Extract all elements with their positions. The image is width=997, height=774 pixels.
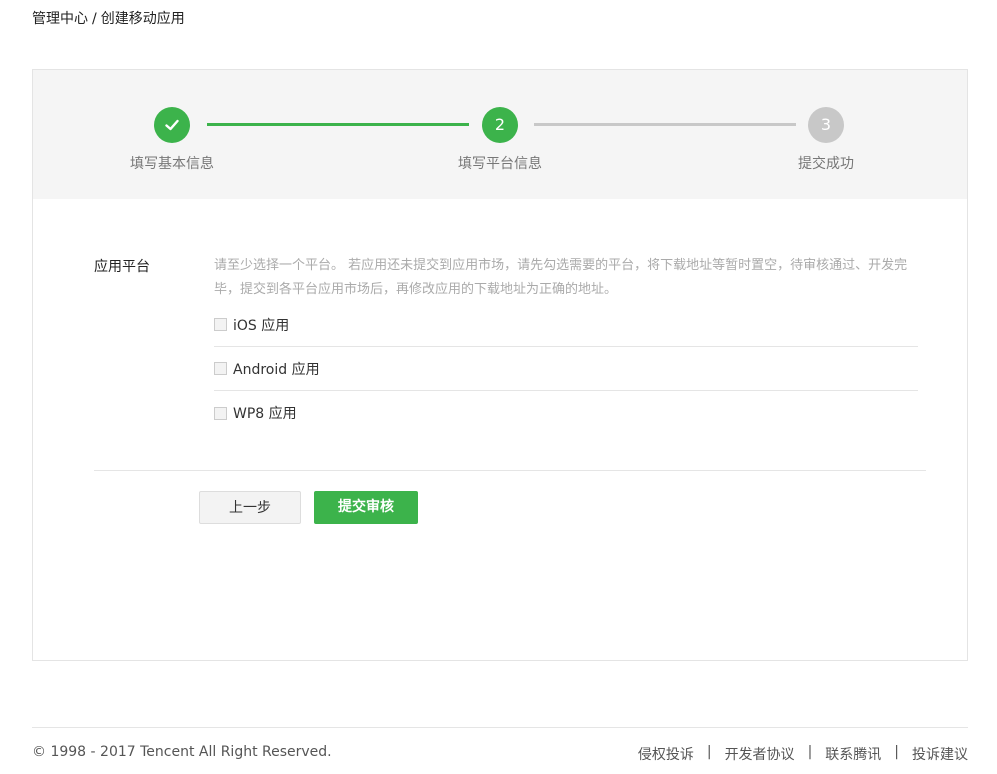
create-app-card: 2 3 填写基本信息 填写平台信息 提交成功 应用平台 请至少选择一个平台。 若… — [32, 69, 968, 661]
step-2-label: 填写平台信息 — [458, 156, 542, 172]
platform-label: 应用平台 — [94, 259, 150, 275]
check-icon — [165, 119, 179, 131]
prev-step-button[interactable]: 上一步 — [199, 491, 301, 524]
android-option-label: Android 应用 — [233, 361, 320, 378]
step-progress: 2 3 填写基本信息 填写平台信息 提交成功 — [33, 70, 967, 199]
platform-hint: 请至少选择一个平台。 若应用还未提交到应用市场，请先勾选需要的平台，将下载地址等… — [214, 258, 908, 297]
breadcrumb: 管理中心 / 创建移动应用 — [32, 8, 185, 28]
copyright-text: © 1998 - 2017 Tencent All Right Reserved… — [32, 744, 332, 760]
android-checkbox[interactable] — [214, 362, 227, 375]
footer-link-developer-agreement[interactable]: 开发者协议 — [725, 744, 795, 764]
step-1-label: 填写基本信息 — [130, 156, 214, 172]
breadcrumb-root-link[interactable]: 管理中心 — [32, 11, 88, 27]
step-1-complete — [154, 107, 190, 143]
step-connector-1 — [207, 123, 469, 126]
step-3-number: 3 — [808, 107, 844, 143]
breadcrumb-separator: / — [92, 11, 97, 27]
option-ios[interactable]: iOS 应用 — [214, 303, 918, 347]
footer-link-infringement[interactable]: 侵权投诉 — [638, 744, 694, 764]
footer-divider — [32, 727, 968, 728]
footer-link-complaint[interactable]: 投诉建议 — [912, 744, 968, 764]
form-divider — [94, 470, 926, 471]
footer-links: 侵权投诉 | 开发者协议 | 联系腾讯 | 投诉建议 — [638, 744, 968, 764]
step-connector-2 — [534, 123, 796, 126]
step-3-label: 提交成功 — [798, 156, 854, 172]
wp8-checkbox[interactable] — [214, 406, 227, 420]
footer-link-contact[interactable]: 联系腾讯 — [825, 744, 881, 764]
step-2-number: 2 — [482, 107, 518, 143]
footer-separator: | — [807, 744, 813, 760]
footer-separator: | — [706, 744, 712, 760]
footer-separator: | — [894, 744, 899, 760]
ios-checkbox[interactable] — [214, 318, 227, 331]
ios-option-label: iOS 应用 — [233, 317, 290, 334]
option-wp8[interactable]: WP8 应用 — [214, 391, 918, 435]
wp8-option-label: WP8 应用 — [233, 406, 297, 422]
option-android[interactable]: Android 应用 — [214, 347, 918, 391]
submit-review-button[interactable]: 提交审核 — [314, 491, 418, 524]
breadcrumb-current: 创建移动应用 — [100, 11, 185, 27]
